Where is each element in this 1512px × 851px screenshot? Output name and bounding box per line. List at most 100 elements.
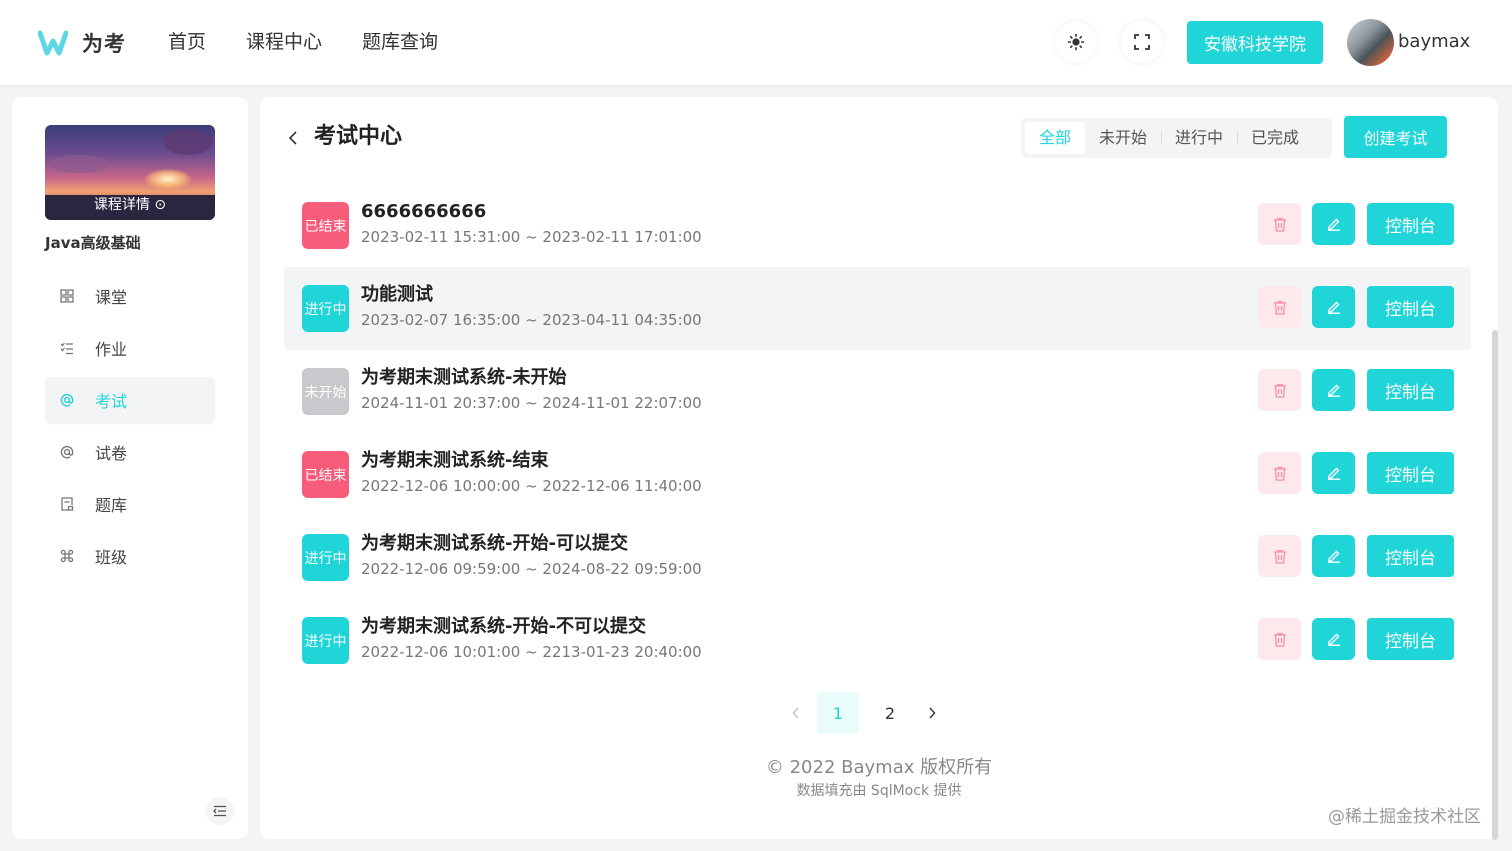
course-detail-link[interactable]: 课程详情 ⊙ <box>45 195 215 215</box>
course-cover[interactable]: 课程详情 ⊙ <box>45 125 215 220</box>
organization-button[interactable]: 安徽科技学院 <box>1187 21 1323 64</box>
edit-icon <box>1327 301 1340 314</box>
prev-page-button[interactable] <box>780 692 812 734</box>
nav-question-bank[interactable]: 题库查询 <box>362 28 438 56</box>
fullscreen-icon <box>1134 34 1150 50</box>
edit-button[interactable] <box>1312 203 1355 245</box>
trash-icon <box>1273 549 1286 564</box>
trash-icon <box>1273 466 1286 481</box>
tab-completed[interactable]: 已完成 <box>1237 122 1313 154</box>
delete-button[interactable] <box>1258 535 1301 577</box>
status-badge: 进行中 <box>302 285 349 332</box>
console-button[interactable]: 控制台 <box>1367 618 1454 660</box>
status-badge: 已结束 <box>302 202 349 249</box>
status-badge: 未开始 <box>302 368 349 415</box>
edit-icon <box>1327 550 1340 563</box>
page-title: 考试中心 <box>314 124 403 149</box>
trash-icon <box>1273 632 1286 647</box>
exam-row[interactable]: 未开始 为考期末测试系统-未开始 2024-11-01 20:37:00 ~ 202… <box>284 350 1471 433</box>
tab-not-started[interactable]: 未开始 <box>1085 122 1161 154</box>
exam-title[interactable]: 为考期末测试系统-开始-不可以提交 <box>361 615 646 639</box>
status-badge: 进行中 <box>302 534 349 581</box>
exam-title[interactable]: 功能测试 <box>361 283 433 307</box>
chevron-left-icon <box>792 707 799 719</box>
logo[interactable]: 为考 <box>38 28 126 58</box>
exam-title[interactable]: 为考期末测试系统-开始-可以提交 <box>361 532 628 556</box>
exam-title[interactable]: 为考期末测试系统-结束 <box>361 449 548 473</box>
console-button[interactable]: 控制台 <box>1367 286 1454 328</box>
console-button[interactable]: 控制台 <box>1367 452 1454 494</box>
status-badge: 进行中 <box>302 617 349 664</box>
grid-icon <box>59 288 75 304</box>
edit-button[interactable] <box>1312 369 1355 411</box>
console-button[interactable]: 控制台 <box>1367 203 1454 245</box>
status-filter-tabs: 全部 未开始 进行中 已完成 <box>1021 118 1332 158</box>
nav-courses[interactable]: 课程中心 <box>246 28 322 56</box>
sidebar-item-exam[interactable]: 考试 <box>45 377 215 423</box>
menu-fold-icon <box>213 805 226 817</box>
console-button[interactable]: 控制台 <box>1367 535 1454 577</box>
exam-row[interactable]: 进行中 为考期末测试系统-开始-可以提交 2022-12-06 09:59:00 ~… <box>284 516 1471 599</box>
top-header: 为考 首页 课程中心 题库查询 安徽科技学院 baymax <box>0 0 1512 85</box>
at-icon <box>59 392 75 408</box>
logo-text: 为考 <box>82 32 126 56</box>
edit-button[interactable] <box>1312 286 1355 328</box>
exam-time: 2024-11-01 20:37:00 ~ 2024-11-01 22:07:0… <box>361 394 702 412</box>
sidebar-item-class[interactable]: 班级 <box>45 533 215 579</box>
scrollbar[interactable] <box>1492 330 1498 840</box>
edit-button[interactable] <box>1312 618 1355 660</box>
edit-icon <box>1327 384 1340 397</box>
page-2-button[interactable]: 2 <box>869 692 911 734</box>
sun-icon <box>1067 33 1085 51</box>
logo-w-icon <box>38 30 68 56</box>
sidebar-menu: 课堂 作业 考试 试卷 题库 班级 <box>45 273 215 585</box>
chevron-right-icon <box>929 707 936 719</box>
sidebar-item-question-bank[interactable]: 题库 <box>45 481 215 527</box>
exam-title[interactable]: 为考期末测试系统-未开始 <box>361 366 566 390</box>
exam-time: 2023-02-11 15:31:00 ~ 2023-02-11 17:01:0… <box>361 228 702 246</box>
fullscreen-button[interactable] <box>1121 21 1163 63</box>
sidebar: 课程详情 ⊙ Java高级基础 课堂 作业 考试 试卷 题库 班级 <box>12 97 248 839</box>
trash-icon <box>1273 300 1286 315</box>
delete-button[interactable] <box>1258 203 1301 245</box>
exam-title[interactable]: 6666666666 <box>361 200 486 224</box>
checklist-icon <box>59 340 75 356</box>
footer-copyright: © 2022 Baymax 版权所有 <box>765 757 993 778</box>
edit-button[interactable] <box>1312 452 1355 494</box>
exam-row[interactable]: 进行中 功能测试 2023-02-07 16:35:00 ~ 2023-04-11 … <box>284 267 1471 350</box>
sidebar-item-label: 试卷 <box>95 444 128 463</box>
sidebar-item-papers[interactable]: 试卷 <box>45 429 215 475</box>
edit-icon <box>1327 467 1340 480</box>
status-badge: 已结束 <box>302 451 349 498</box>
exam-row[interactable]: 进行中 为考期末测试系统-开始-不可以提交 2022-12-06 10:01:00 … <box>284 599 1471 682</box>
sidebar-item-homework[interactable]: 作业 <box>45 325 215 371</box>
nav-home[interactable]: 首页 <box>168 28 206 56</box>
exam-row[interactable]: 已结束 为考期末测试系统-结束 2022-12-06 10:00:00 ~ 2022… <box>284 433 1471 516</box>
delete-button[interactable] <box>1258 452 1301 494</box>
next-page-button[interactable] <box>916 692 948 734</box>
edit-button[interactable] <box>1312 535 1355 577</box>
console-button[interactable]: 控制台 <box>1367 369 1454 411</box>
theme-toggle-button[interactable] <box>1055 21 1097 63</box>
page-1-button[interactable]: 1 <box>817 692 859 734</box>
pagination: 1 2 <box>780 692 948 734</box>
tab-all[interactable]: 全部 <box>1025 122 1086 154</box>
back-button[interactable] <box>286 128 300 148</box>
username[interactable]: baymax <box>1398 30 1470 54</box>
document-icon <box>59 496 75 512</box>
chevron-left-icon <box>288 131 297 145</box>
tab-in-progress[interactable]: 进行中 <box>1161 122 1237 154</box>
sidebar-item-label: 课堂 <box>95 288 128 307</box>
at-icon <box>59 444 75 460</box>
avatar[interactable] <box>1347 19 1394 66</box>
exam-row[interactable]: 已结束 6666666666 2023-02-11 15:31:00 ~ 2023-… <box>284 184 1471 267</box>
exam-time: 2023-02-07 16:35:00 ~ 2023-04-11 04:35:0… <box>361 311 702 329</box>
delete-button[interactable] <box>1258 286 1301 328</box>
trash-icon <box>1273 217 1286 232</box>
sidebar-collapse-button[interactable] <box>206 797 234 825</box>
delete-button[interactable] <box>1258 618 1301 660</box>
exam-time: 2022-12-06 10:01:00 ~ 2213-01-23 20:40:0… <box>361 643 702 661</box>
create-exam-button[interactable]: 创建考试 <box>1344 116 1447 158</box>
sidebar-item-classroom[interactable]: 课堂 <box>45 273 215 319</box>
delete-button[interactable] <box>1258 369 1301 411</box>
